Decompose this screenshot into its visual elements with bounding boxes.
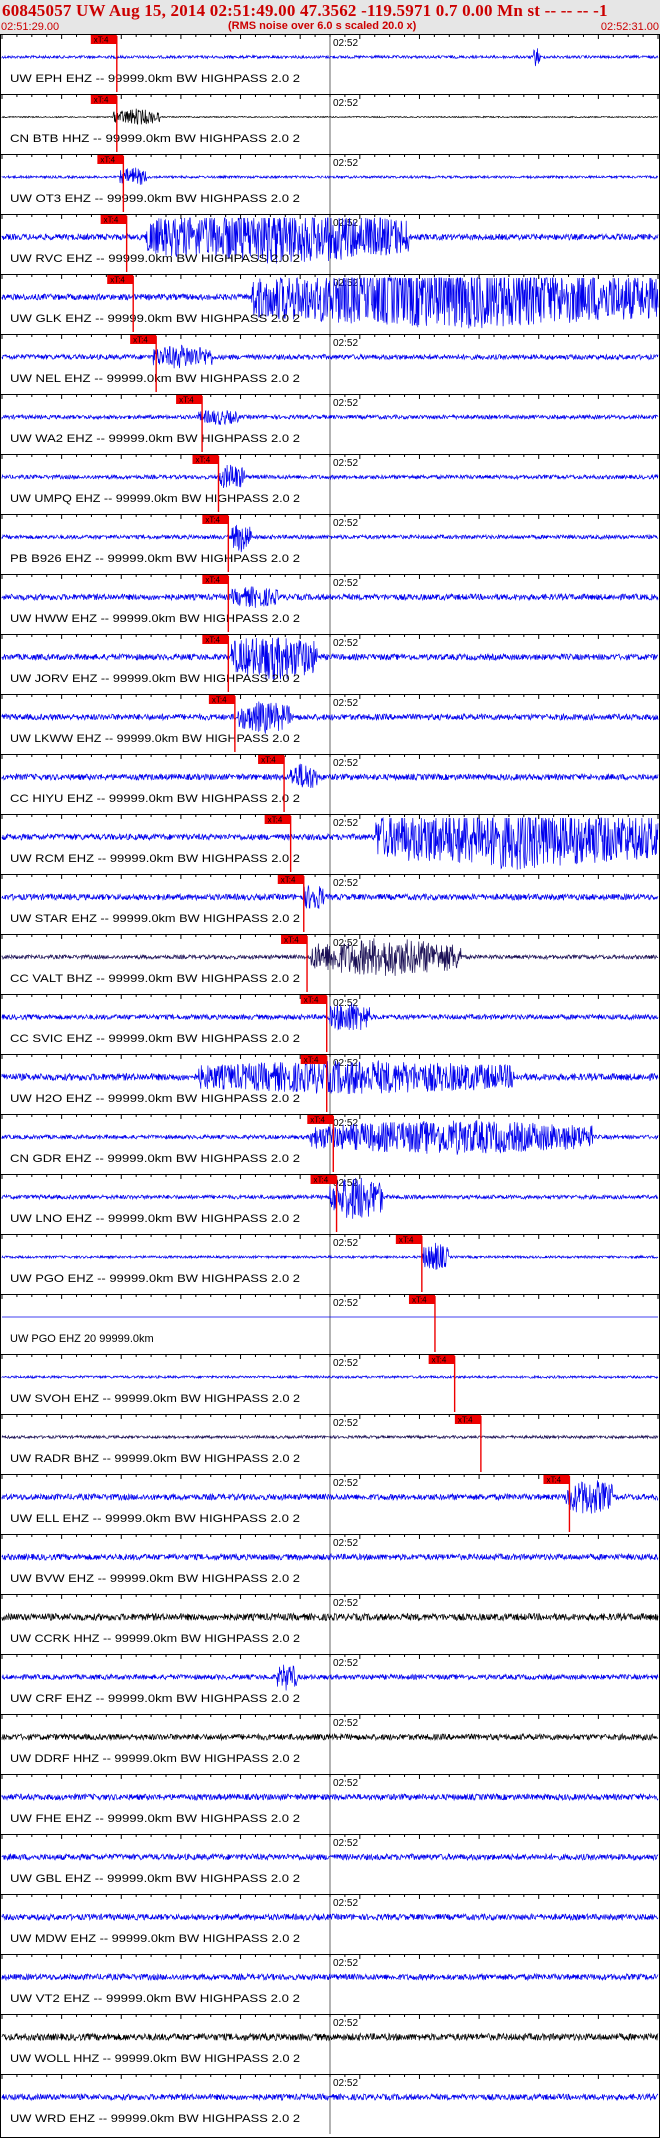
time-start-label: 02:51:29.00 bbox=[1, 21, 60, 33]
phase-pick-label: xT:4 bbox=[100, 156, 115, 165]
station-label: UW UMPQ EHZ -- 99999.0km BW HIGHPASS 2.0… bbox=[10, 493, 300, 505]
phase-pick-label: xT:4 bbox=[432, 1356, 447, 1365]
station-label: UW NEL EHZ -- 99999.0km BW HIGHPASS 2.0 … bbox=[10, 373, 300, 385]
phase-pick-label: xT:4 bbox=[212, 696, 227, 705]
mid-time-label: 02:52 bbox=[333, 1898, 358, 1909]
mid-time-label: 02:52 bbox=[333, 578, 358, 589]
station-label: UW LKWW EHZ -- 99999.0km BW HIGHPASS 2.0… bbox=[10, 733, 300, 745]
station-label: UW ELL EHZ -- 99999.0km BW HIGHPASS 2.0 … bbox=[10, 1513, 300, 1525]
station-label: UW EPH EHZ -- 99999.0km BW HIGHPASS 2.0 … bbox=[10, 73, 300, 85]
phase-pick-label: xT:4 bbox=[94, 96, 109, 105]
station-label: UW FHE EHZ -- 99999.0km BW HIGHPASS 2.0 … bbox=[10, 1813, 300, 1825]
mid-time-label: 02:52 bbox=[333, 1418, 358, 1429]
station-label: UW JORV EHZ -- 99999.0km BW HIGHPASS 2.0… bbox=[10, 673, 300, 685]
phase-pick-label: xT:4 bbox=[179, 396, 194, 405]
station-label: UW PGO EHZ -- 99999.0km BW HIGHPASS 2.0 … bbox=[10, 1273, 300, 1285]
mid-time-label: 02:52 bbox=[333, 338, 358, 349]
phase-pick-label: xT:4 bbox=[205, 576, 220, 585]
station-label: UW CRF EHZ -- 99999.0km BW HIGHPASS 2.0 … bbox=[10, 1693, 300, 1705]
station-label: UW H2O EHZ -- 99999.0km BW HIGHPASS 2.0 … bbox=[10, 1093, 300, 1105]
station-label: UW CCRK HHZ -- 99999.0km BW HIGHPASS 2.0… bbox=[10, 1633, 300, 1645]
phase-pick-label: xT:4 bbox=[284, 936, 299, 945]
phase-pick-label: xT:4 bbox=[268, 816, 283, 825]
phase-pick-label: xT:4 bbox=[314, 1176, 329, 1185]
mid-time-label: 02:52 bbox=[333, 878, 358, 889]
phase-pick-label: xT:4 bbox=[304, 996, 319, 1005]
mid-time-label: 02:52 bbox=[333, 1298, 358, 1309]
mid-time-label: 02:52 bbox=[333, 38, 358, 49]
station-label: UW DDRF HHZ -- 99999.0km BW HIGHPASS 2.0… bbox=[10, 1753, 300, 1765]
station-label: CC HIYU EHZ -- 99999.0km BW HIGHPASS 2.0… bbox=[10, 793, 300, 805]
mid-time-label: 02:52 bbox=[333, 1358, 358, 1369]
mid-time-label: 02:52 bbox=[333, 398, 358, 409]
mid-time-label: 02:52 bbox=[333, 458, 358, 469]
mid-time-label: 02:52 bbox=[333, 2078, 358, 2089]
station-label: CC VALT BHZ -- 99999.0km BW HIGHPASS 2.0… bbox=[10, 973, 300, 985]
rms-noise-subtitle: (RMS noise over 6.0 s scaled 20.0 x) bbox=[228, 20, 417, 32]
station-label: UW MDW EHZ -- 99999.0km BW HIGHPASS 2.0 … bbox=[10, 1933, 300, 1945]
mid-time-label: 02:52 bbox=[333, 818, 358, 829]
phase-pick-label: xT:4 bbox=[310, 1116, 325, 1125]
mid-time-label: 02:52 bbox=[333, 518, 358, 529]
mid-time-label: 02:52 bbox=[333, 1658, 358, 1669]
phase-pick-label: xT:4 bbox=[104, 216, 119, 225]
mid-time-label: 02:52 bbox=[333, 758, 358, 769]
mid-time-label: 02:52 bbox=[333, 698, 358, 709]
station-label: UW OT3 EHZ -- 99999.0km BW HIGHPASS 2.0 … bbox=[10, 193, 300, 205]
station-label: UW RADR BHZ -- 99999.0km BW HIGHPASS 2.0… bbox=[10, 1453, 300, 1465]
mid-time-label: 02:52 bbox=[333, 1538, 358, 1549]
station-label: UW WRD EHZ -- 99999.0km BW HIGHPASS 2.0 … bbox=[10, 2113, 300, 2125]
mid-time-label: 02:52 bbox=[333, 1238, 358, 1249]
station-label: UW RVC EHZ -- 99999.0km BW HIGHPASS 2.0 … bbox=[10, 253, 300, 265]
phase-pick-label: xT:4 bbox=[304, 1056, 319, 1065]
station-label: UW WOLL HHZ -- 99999.0km BW HIGHPASS 2.0… bbox=[10, 2053, 300, 2065]
event-header: 60845057 UW Aug 15, 2014 02:51:49.00 47.… bbox=[0, 0, 660, 34]
station-label: UW RCM EHZ -- 99999.0km BW HIGHPASS 2.0 … bbox=[10, 853, 300, 865]
phase-pick-label: xT:4 bbox=[195, 456, 210, 465]
phase-pick-label: xT:4 bbox=[261, 756, 276, 765]
station-label: UW BVW EHZ -- 99999.0km BW HIGHPASS 2.0 … bbox=[10, 1573, 300, 1585]
phase-pick-label: xT:4 bbox=[133, 336, 148, 345]
phase-pick-label: xT:4 bbox=[205, 636, 220, 645]
mid-time-label: 02:52 bbox=[333, 98, 358, 109]
mid-time-label: 02:52 bbox=[333, 1598, 358, 1609]
station-label: UW SVOH EHZ -- 99999.0km BW HIGHPASS 2.0… bbox=[10, 1393, 300, 1405]
station-label: UW STAR EHZ -- 99999.0km BW HIGHPASS 2.0… bbox=[10, 913, 300, 925]
phase-pick-label: xT:4 bbox=[205, 516, 220, 525]
phase-pick-label: xT:4 bbox=[546, 1476, 561, 1485]
mid-time-label: 02:52 bbox=[333, 1838, 358, 1849]
station-label: UW PGO EHZ 20 99999.0km bbox=[10, 1333, 154, 1345]
mid-time-label: 02:52 bbox=[333, 2018, 358, 2029]
time-end-label: 02:52:31.00 bbox=[600, 21, 659, 33]
phase-pick-label: xT:4 bbox=[94, 36, 109, 45]
mid-time-label: 02:52 bbox=[333, 1958, 358, 1969]
station-label: CN BTB HHZ -- 99999.0km BW HIGHPASS 2.0 … bbox=[10, 133, 300, 145]
phase-pick-label: xT:4 bbox=[281, 876, 296, 885]
mid-time-label: 02:52 bbox=[333, 1118, 358, 1129]
station-label: UW GLK EHZ -- 99999.0km BW HIGHPASS 2.0 … bbox=[10, 313, 300, 325]
station-label: UW LNO EHZ -- 99999.0km BW HIGHPASS 2.0 … bbox=[10, 1213, 300, 1225]
mid-time-label: 02:52 bbox=[333, 1478, 358, 1489]
station-label: UW GBL EHZ -- 99999.0km BW HIGHPASS 2.0 … bbox=[10, 1873, 300, 1885]
station-label: UW VT2 EHZ -- 99999.0km BW HIGHPASS 2.0 … bbox=[10, 1993, 300, 2005]
mid-time-label: 02:52 bbox=[333, 1718, 358, 1729]
event-title: 60845057 UW Aug 15, 2014 02:51:49.00 47.… bbox=[2, 1, 608, 20]
station-label: UW WA2 EHZ -- 99999.0km BW HIGHPASS 2.0 … bbox=[10, 433, 300, 445]
station-label: PB B926 EHZ -- 99999.0km BW HIGHPASS 2.0… bbox=[10, 553, 300, 565]
phase-pick-label: xT:4 bbox=[399, 1236, 414, 1245]
station-label: CN GDR EHZ -- 99999.0km BW HIGHPASS 2.0 … bbox=[10, 1153, 300, 1165]
mid-time-label: 02:52 bbox=[333, 638, 358, 649]
mid-time-label: 02:52 bbox=[333, 938, 358, 949]
phase-pick-label: xT:4 bbox=[458, 1416, 473, 1425]
station-label: UW HWW EHZ -- 99999.0km BW HIGHPASS 2.0 … bbox=[10, 613, 300, 625]
phase-pick-label: xT:4 bbox=[110, 276, 125, 285]
phase-pick-label: xT:4 bbox=[412, 1296, 427, 1305]
mid-time-label: 02:52 bbox=[333, 1778, 358, 1789]
station-label: CC SVIC EHZ -- 99999.0km BW HIGHPASS 2.0… bbox=[10, 1033, 300, 1045]
mid-time-label: 02:52 bbox=[333, 158, 358, 169]
seismogram-panel: 02:52 UW EPH EHZ -- 99999.0km BW HIGHPASS… bbox=[0, 34, 660, 2138]
